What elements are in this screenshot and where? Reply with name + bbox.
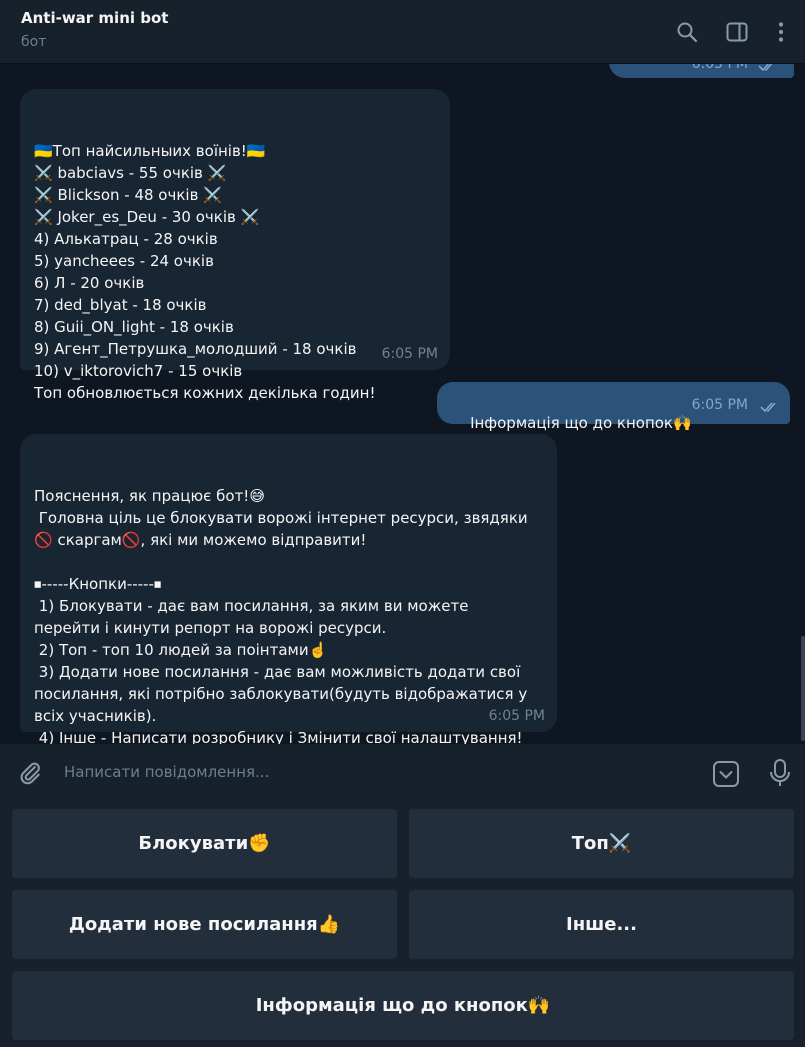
top-button[interactable]: Топ⚔️ bbox=[409, 809, 794, 878]
bot-keyboard-toggle-icon[interactable] bbox=[712, 760, 740, 788]
message-time: 6:05 PM bbox=[691, 397, 748, 413]
message-incoming-top-list[interactable]: 🇺🇦Топ найсильныих воїнів!🇺🇦 ⚔️ babciavs … bbox=[20, 89, 450, 402]
message-time: 6:05 PM bbox=[381, 346, 438, 362]
message-text: Пояснення, як працює бот!😅 Головна ціль … bbox=[34, 487, 528, 744]
message-input[interactable]: Написати повідомлення... bbox=[64, 763, 269, 781]
chat-scrollbar[interactable] bbox=[801, 636, 805, 741]
message-outgoing-info-request[interactable]: Інформація що до кнопок🙌 6:05 PM bbox=[437, 382, 790, 432]
read-checkmarks-icon bbox=[760, 402, 776, 413]
add-link-button[interactable]: Додати нове посилання👍 bbox=[12, 890, 397, 959]
message-incoming-info-reply[interactable]: Пояснення, як працює бот!😅 Головна ціль … bbox=[20, 434, 557, 744]
message-time: 6:05 PM bbox=[488, 708, 545, 724]
message-list[interactable]: 6:05 PM 🇺🇦Топ найсильныих воїнів!🇺🇦 ⚔️ b… bbox=[0, 64, 805, 744]
sidebar-toggle-icon[interactable] bbox=[725, 20, 749, 44]
chat-header: Anti-war mini bot бот bbox=[0, 0, 805, 64]
message-time: 6:05 PM bbox=[691, 64, 748, 72]
message-outgoing-partial[interactable]: 6:05 PM bbox=[609, 64, 794, 78]
block-button[interactable]: Блокувати✊ bbox=[12, 809, 397, 878]
chat-title[interactable]: Anti-war mini bot bbox=[21, 9, 168, 27]
other-button[interactable]: Інше... bbox=[409, 890, 794, 959]
paperclip-icon[interactable] bbox=[17, 760, 43, 786]
search-icon[interactable] bbox=[675, 20, 699, 44]
message-text: Інформація що до кнопок🙌 bbox=[470, 414, 692, 432]
microphone-icon[interactable] bbox=[768, 758, 792, 788]
read-checkmarks-icon bbox=[758, 64, 773, 72]
chat-subtitle: бот bbox=[21, 34, 47, 50]
message-input-bar: Написати повідомлення... bbox=[0, 744, 805, 802]
more-options-icon[interactable] bbox=[769, 20, 793, 44]
message-text: 🇺🇦Топ найсильныих воїнів!🇺🇦 ⚔️ babciavs … bbox=[34, 142, 376, 402]
bot-keyboard: Блокувати✊ Топ⚔️ Додати нове посилання👍 … bbox=[0, 802, 805, 1047]
info-buttons-button[interactable]: Інформація що до кнопок🙌 bbox=[12, 971, 794, 1040]
